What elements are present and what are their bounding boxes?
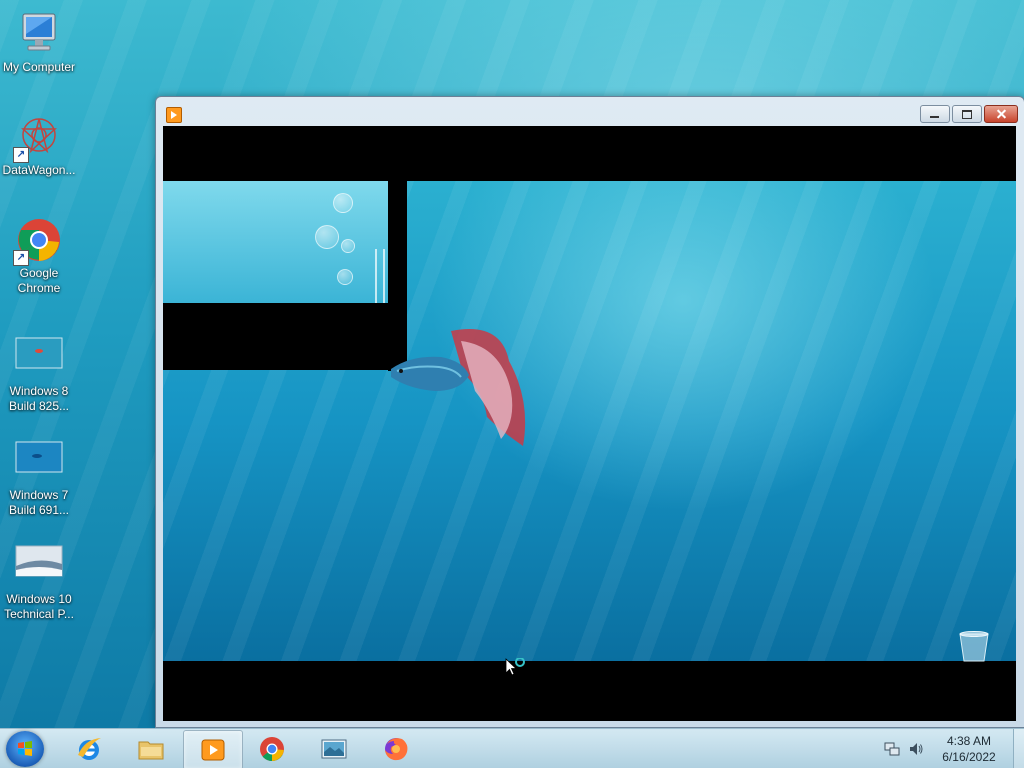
firefox-icon	[385, 738, 408, 761]
desktop-icon-google-chrome[interactable]: ↗ Google Chrome	[0, 216, 78, 296]
taskbar-clock[interactable]: 4:38 AM 6/16/2022	[934, 733, 1004, 765]
chrome-icon: ↗	[13, 216, 63, 266]
desktop-icon-label-line2: Build 691...	[8, 503, 70, 517]
taskbar-firefox[interactable]	[367, 730, 425, 768]
desktop-icon-my-computer[interactable]: My Computer	[0, 10, 78, 75]
desktop-icon-label-line1: Windows 10	[6, 592, 72, 606]
shortcut-arrow-icon: ↗	[13, 250, 29, 266]
datawagon-icon: ↗	[13, 113, 63, 163]
clock-time: 4:38 AM	[946, 734, 992, 748]
photo-icon	[321, 739, 347, 759]
video-area[interactable]	[163, 126, 1016, 721]
bubble	[333, 193, 353, 213]
taskbar-file-explorer[interactable]	[122, 730, 180, 768]
desktop-icon-label-line1: Google	[19, 266, 59, 280]
system-tray: 4:38 AM 6/16/2022	[884, 729, 1024, 768]
bubble	[315, 225, 339, 249]
taskbar-google-chrome[interactable]	[243, 730, 301, 768]
taskbar-internet-explorer[interactable]	[60, 730, 118, 768]
bubble	[341, 239, 355, 253]
window-controls	[918, 105, 1018, 123]
desktop-icon-label-line2: Build 825...	[8, 399, 70, 413]
desktop-icon-datawagon[interactable]: ↗ DataWagon...	[0, 113, 78, 178]
clock-date: 6/16/2022	[942, 750, 996, 764]
betta-fish	[391, 329, 526, 446]
desktop-icon-windows-8-build[interactable]: Windows 8 Build 825...	[0, 334, 78, 414]
desktop-icon-label-line1: Windows 7	[9, 488, 69, 502]
close-button[interactable]	[984, 105, 1018, 123]
image-thumbnail-icon	[15, 334, 63, 382]
maximize-button[interactable]	[952, 105, 982, 123]
desktop-icon-label: My Computer	[2, 60, 76, 74]
media-player-icon[interactable]	[166, 107, 182, 123]
desktop-icon-label-line2: Technical P...	[4, 607, 74, 621]
media-player-icon	[201, 739, 225, 761]
show-desktop-button[interactable]	[1013, 729, 1024, 768]
taskbar-photo-viewer[interactable]	[305, 730, 363, 768]
network-icon[interactable]	[884, 741, 900, 757]
busy-cursor-icon	[505, 658, 525, 676]
desktop-icon-windows-10-technical-preview[interactable]: Windows 10 Technical P...	[0, 542, 78, 622]
minimize-button[interactable]	[920, 105, 950, 123]
desktop-icon-windows-7-build[interactable]: Windows 7 Build 691...	[0, 438, 78, 518]
recycle-bin-icon	[959, 631, 989, 662]
volume-icon[interactable]	[908, 741, 924, 757]
glass-edge	[375, 249, 377, 303]
image-thumbnail-icon	[15, 542, 63, 590]
glass-edge	[383, 249, 385, 303]
taskbar: 4:38 AM 6/16/2022	[0, 728, 1024, 768]
folder-icon	[138, 741, 164, 760]
shortcut-arrow-icon: ↗	[13, 147, 29, 163]
start-button[interactable]	[6, 731, 44, 767]
ie-icon	[78, 738, 101, 760]
video-inset-frame	[163, 181, 388, 303]
windows-logo-icon	[18, 741, 32, 756]
desktop-icon-label-line1: Windows 8	[9, 384, 69, 398]
chrome-icon	[260, 737, 284, 762]
black-overlay-block	[163, 303, 407, 370]
desktop-icon-label-line2: Chrome	[17, 281, 61, 295]
image-thumbnail-icon	[15, 438, 63, 486]
computer-icon	[15, 10, 63, 58]
bubble	[337, 269, 353, 285]
desktop-icon-label: DataWagon...	[2, 163, 76, 177]
media-player-window[interactable]	[155, 96, 1024, 728]
taskbar-media-player[interactable]	[183, 730, 243, 768]
